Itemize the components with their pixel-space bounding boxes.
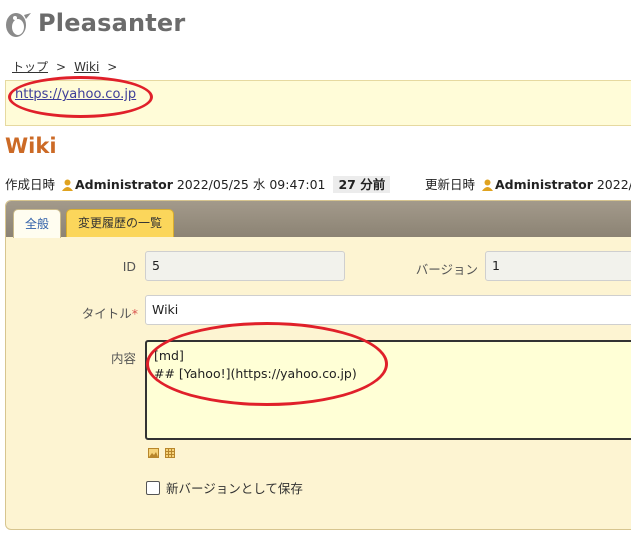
annotation-circle-body [146, 322, 388, 406]
title-input[interactable]: Wiki [145, 295, 631, 325]
version-label: バージョン [415, 262, 478, 277]
user-icon [482, 179, 493, 191]
tab-general[interactable]: 全般 [13, 209, 61, 238]
id-label: ID [122, 259, 136, 274]
updated-label: 更新日時 [425, 177, 476, 192]
tab-history[interactable]: 変更履歴の一覧 [66, 209, 174, 237]
created-info: 作成日時 Administrator 2022/05/25 水 09:47:01… [5, 174, 391, 193]
created-label: 作成日時 [5, 177, 56, 192]
page-title: Wiki [5, 134, 57, 158]
updated-date: 2022/0 [596, 177, 631, 192]
annotation-circle-link [8, 76, 153, 118]
image-icon[interactable] [148, 448, 159, 458]
new-version-option[interactable]: 新バージョンとして保存 [146, 478, 303, 497]
new-version-label: 新バージョンとして保存 [166, 481, 303, 496]
breadcrumb-separator: > [107, 60, 118, 74]
app-name: Pleasanter [38, 9, 186, 37]
updated-user[interactable]: Administrator [495, 177, 593, 192]
bird-logo-icon [6, 13, 31, 37]
id-field: 5 [145, 251, 345, 281]
new-version-checkbox[interactable] [146, 480, 160, 495]
app-logo[interactable]: Pleasanter [4, 6, 185, 40]
breadcrumb: トップ > Wiki > [12, 58, 125, 75]
breadcrumb-top-link[interactable]: トップ [12, 60, 48, 74]
breadcrumb-separator: > [56, 60, 67, 74]
version-field: 1 [485, 251, 631, 281]
body-label: 内容 [110, 351, 136, 366]
title-label-text: タイトル [81, 306, 132, 321]
title-label: タイトル* [60, 303, 138, 322]
created-user[interactable]: Administrator [75, 177, 173, 192]
updated-info: 更新日時 Administrator 2022/0 [425, 174, 631, 193]
table-icon[interactable] [165, 448, 175, 458]
breadcrumb-wiki-link[interactable]: Wiki [74, 60, 99, 74]
created-date: 2022/05/25 水 09:47:01 [176, 177, 326, 192]
required-mark: * [131, 306, 138, 321]
user-icon [62, 179, 73, 191]
created-ago-badge: 27 分前 [333, 176, 391, 193]
